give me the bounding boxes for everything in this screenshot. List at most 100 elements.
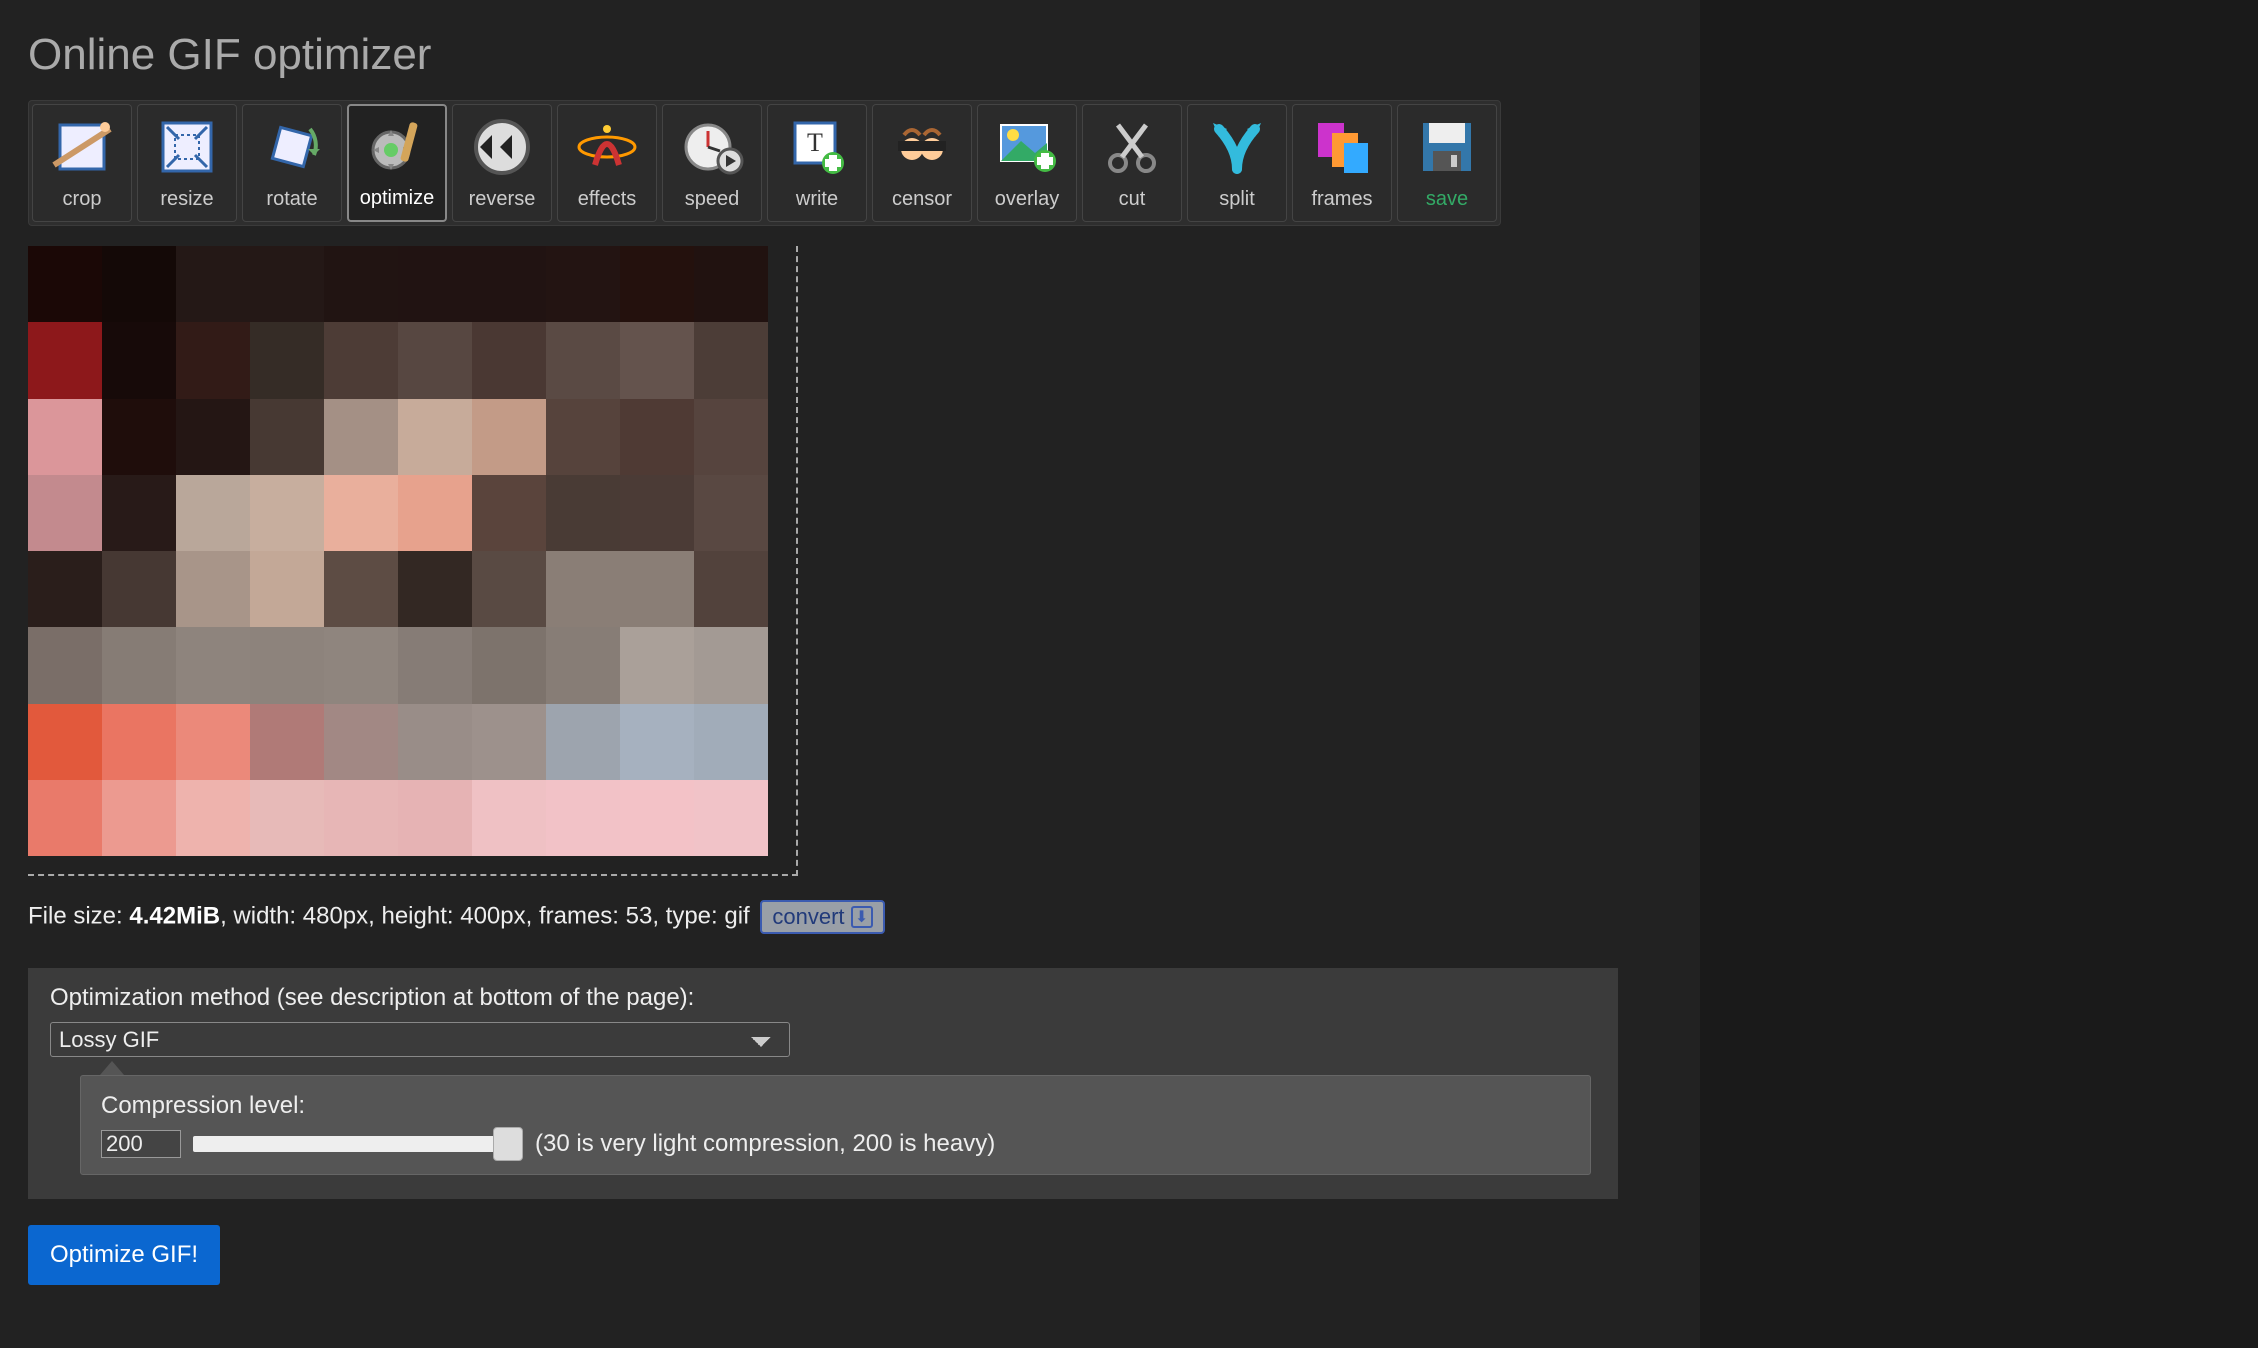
preview-pixel	[102, 322, 176, 398]
compression-label: Compression level:	[101, 1092, 1570, 1120]
tool-speed[interactable]: speed	[662, 104, 762, 222]
tool-toolbar: crop resize rotate optimizereverseeffects sp…	[28, 100, 1501, 226]
convert-label: convert	[772, 904, 844, 930]
tool-overlay[interactable]: overlay	[977, 104, 1077, 222]
preview-pixel	[250, 551, 324, 627]
preview-pixel	[324, 627, 398, 703]
speed-icon	[680, 115, 744, 179]
preview-pixel	[102, 246, 176, 322]
tool-label: split	[1219, 188, 1255, 211]
effects-icon	[575, 115, 639, 179]
optimization-method-select[interactable]: Lossy GIF	[50, 1022, 790, 1057]
preview-pixel	[546, 322, 620, 398]
main-content: Online GIF optimizer cropresizerotateopt…	[0, 0, 1700, 1348]
tool-reverse[interactable]: reverse	[452, 104, 552, 222]
preview-pixel	[250, 246, 324, 322]
preview-pixel	[250, 475, 324, 551]
preview-pixel	[324, 704, 398, 780]
compression-value-input[interactable]	[101, 1130, 181, 1158]
tool-label: overlay	[995, 188, 1059, 211]
preview-pixel	[694, 627, 768, 703]
tool-label: cut	[1119, 188, 1146, 211]
preview-pixel	[546, 399, 620, 475]
preview-pixel	[28, 627, 102, 703]
tool-label: save	[1426, 188, 1468, 211]
preview-pixel	[398, 627, 472, 703]
tool-crop[interactable]: crop	[32, 104, 132, 222]
tool-label: speed	[685, 188, 740, 211]
preview-pixel	[250, 704, 324, 780]
preview-pixel	[694, 399, 768, 475]
preview-pixel	[102, 627, 176, 703]
preview-pixel	[472, 704, 546, 780]
options-panel: Optimization method (see description at …	[28, 968, 1618, 1199]
convert-button[interactable]: convert ⬇	[760, 900, 884, 934]
preview-pixel	[546, 551, 620, 627]
split-icon	[1205, 115, 1269, 179]
optimize-gif-button[interactable]: Optimize GIF!	[28, 1225, 220, 1285]
preview-pixel	[250, 399, 324, 475]
preview-pixel	[324, 322, 398, 398]
compression-slider[interactable]	[193, 1136, 523, 1152]
preview-pixel	[694, 475, 768, 551]
file-size-value: 4.42MiB	[129, 902, 220, 929]
submenu-pointer	[100, 1061, 124, 1075]
write-icon: T	[785, 115, 849, 179]
preview-pixel	[546, 627, 620, 703]
preview-pixel	[102, 704, 176, 780]
reverse-icon	[470, 115, 534, 179]
preview-pixel	[398, 475, 472, 551]
preview-pixel	[472, 399, 546, 475]
tool-frames[interactable]: frames	[1292, 104, 1392, 222]
preview-pixel	[28, 704, 102, 780]
tool-resize[interactable]: resize	[137, 104, 237, 222]
frames-icon	[1310, 115, 1374, 179]
tool-split[interactable]: split	[1187, 104, 1287, 222]
preview-pixel	[176, 399, 250, 475]
preview-pixel	[324, 475, 398, 551]
save-icon	[1415, 115, 1479, 179]
tool-label: crop	[63, 188, 102, 211]
preview-pixel	[546, 246, 620, 322]
tool-optimize[interactable]: optimize	[347, 104, 447, 222]
preview-pixel	[472, 246, 546, 322]
tool-label: censor	[892, 188, 952, 211]
tool-rotate[interactable]: rotate	[242, 104, 342, 222]
preview-pixel	[620, 780, 694, 856]
preview-pixel	[176, 704, 250, 780]
preview-pixel	[28, 475, 102, 551]
rotate-icon	[260, 115, 324, 179]
preview-pixel	[324, 246, 398, 322]
tool-label: resize	[160, 188, 213, 211]
tool-save[interactable]: save	[1397, 104, 1497, 222]
crop-icon	[50, 115, 114, 179]
preview-pixel	[472, 322, 546, 398]
download-icon: ⬇	[851, 906, 873, 928]
tool-write[interactable]: Twrite	[767, 104, 867, 222]
censor-icon	[890, 115, 954, 179]
preview-pixel	[472, 551, 546, 627]
preview-pixel	[694, 780, 768, 856]
preview-pixel	[620, 322, 694, 398]
overlay-icon	[995, 115, 1059, 179]
preview-pixel	[546, 704, 620, 780]
tool-effects[interactable]: effects	[557, 104, 657, 222]
compression-panel: Compression level: (30 is very light com…	[80, 1075, 1591, 1175]
tool-cut[interactable]: cut	[1082, 104, 1182, 222]
tool-censor[interactable]: censor	[872, 104, 972, 222]
optimize-icon	[365, 116, 429, 180]
preview-pixel	[694, 246, 768, 322]
tool-label: frames	[1311, 188, 1372, 211]
preview-pixel	[28, 780, 102, 856]
preview-pixel	[398, 780, 472, 856]
preview-pixel	[398, 704, 472, 780]
tool-label: rotate	[266, 188, 317, 211]
preview-pixel	[472, 627, 546, 703]
preview-pixel	[176, 475, 250, 551]
preview-pixel	[398, 399, 472, 475]
preview-pixel	[620, 627, 694, 703]
compression-hint: (30 is very light compression, 200 is he…	[535, 1130, 995, 1158]
preview-area	[28, 246, 798, 876]
preview-pixel	[324, 551, 398, 627]
right-sidebar	[1700, 0, 2258, 1348]
